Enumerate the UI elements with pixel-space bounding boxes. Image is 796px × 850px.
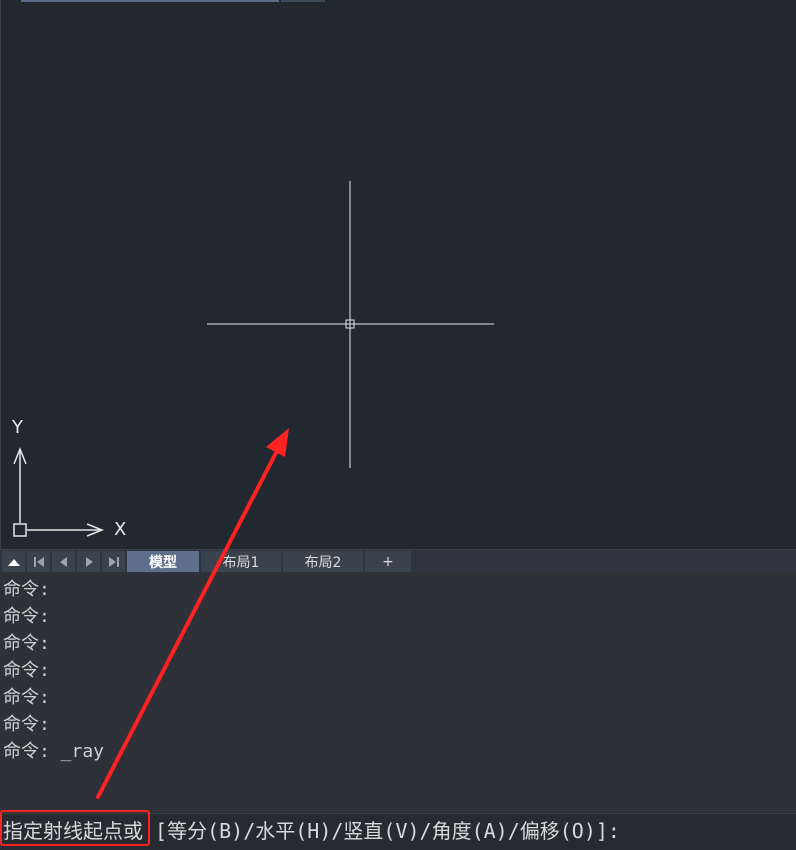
next-page-icon[interactable] — [77, 551, 100, 572]
add-layout-button[interactable]: + — [365, 551, 411, 572]
history-line: 命令: _ray — [3, 741, 105, 762]
tab-layout-2[interactable]: 布局2 — [283, 551, 363, 572]
last-page-icon[interactable] — [102, 551, 125, 572]
ucs-y-label: Y — [12, 417, 23, 438]
layout-tab-bar: 模型 布局1 布局2 + — [0, 549, 796, 573]
history-line: 命令: — [3, 606, 50, 627]
history-line: 命令: — [3, 660, 50, 681]
history-line: 命令: — [3, 579, 50, 600]
ucs-icon — [13, 446, 105, 537]
first-page-icon[interactable] — [27, 551, 50, 572]
collapse-up-icon[interactable] — [2, 551, 25, 572]
command-history: 命令: 命令: 命令: 命令: 命令: 命令: 命令: _ray — [0, 573, 796, 813]
tab-model[interactable]: 模型 — [127, 551, 199, 572]
drawing-canvas[interactable]: Y X — [0, 0, 796, 549]
prev-page-icon[interactable] — [52, 551, 75, 572]
history-line: 命令: — [3, 714, 50, 735]
history-line: 命令: — [3, 633, 50, 654]
history-line: 命令: — [3, 687, 50, 708]
ucs-x-label: X — [114, 519, 127, 540]
tab-layout-1[interactable]: 布局1 — [201, 551, 281, 572]
annotation-highlight-box — [0, 810, 150, 846]
